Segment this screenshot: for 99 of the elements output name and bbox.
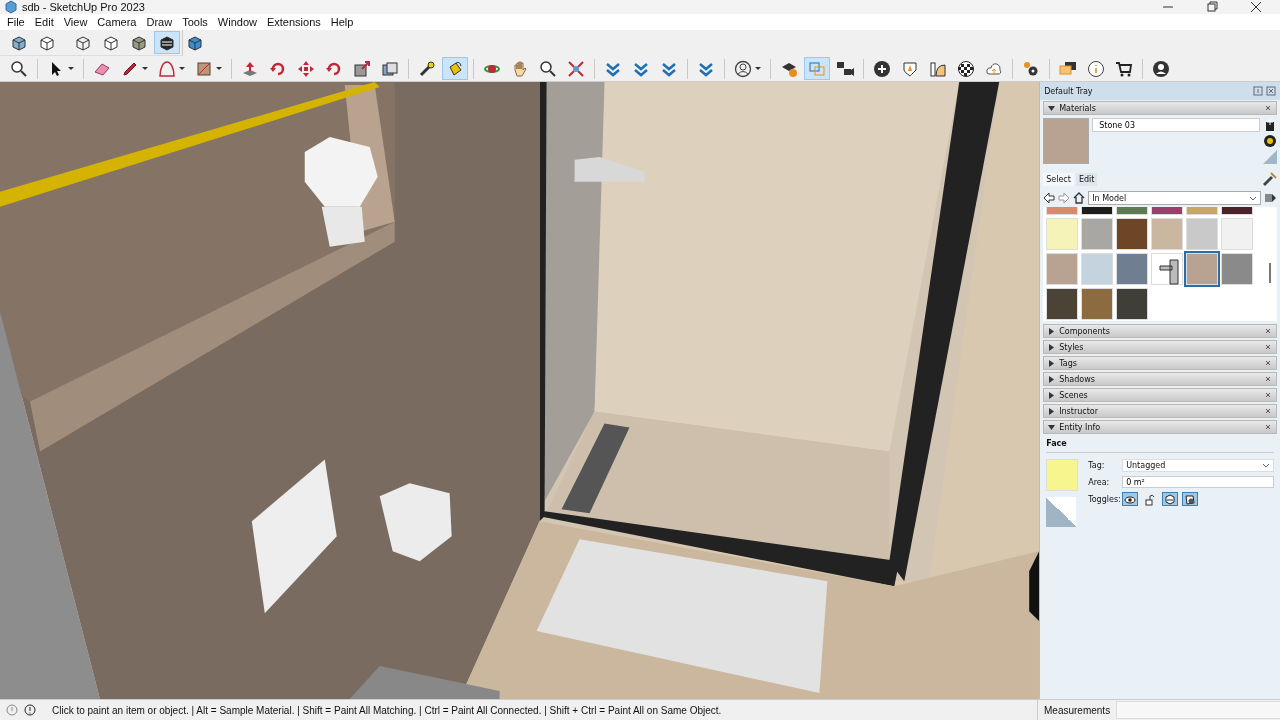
rectangle-icon — [195, 59, 213, 78]
close-icon[interactable] — [1264, 423, 1272, 431]
caret-icon — [755, 67, 761, 70]
front-material-swatch[interactable] — [1046, 459, 1079, 491]
caret-icon — [68, 67, 74, 70]
material-swatch[interactable] — [1186, 253, 1219, 285]
chart-icon — [929, 59, 947, 78]
checker-icon — [957, 59, 975, 78]
video-camera-icon — [836, 59, 854, 78]
caret-icon — [1048, 104, 1056, 112]
close-icon[interactable] — [1264, 375, 1272, 383]
search-icon — [10, 59, 28, 78]
status-hint: Click to paint an item or object. | Alt = Sample Material. | Shift = Paint All Matching. | Ctrl = Paint All Connected. | Shift + Ctrl = Paint All on Same Object. — [52, 704, 722, 716]
material-swatch[interactable] — [1221, 218, 1254, 250]
material-swatch[interactable] — [1081, 288, 1114, 320]
offset-icon — [381, 59, 399, 78]
material-swatch[interactable] — [1116, 253, 1149, 285]
hand-icon — [511, 59, 529, 78]
user-icon — [734, 59, 752, 78]
cart-icon — [1115, 59, 1133, 78]
close-icon[interactable] — [1264, 343, 1272, 351]
move-icon — [297, 59, 315, 78]
field-label: Area: — [1088, 477, 1111, 487]
user-icon — [1152, 59, 1170, 78]
panel-header[interactable]: Shadows — [1043, 372, 1277, 386]
tape-measure-icon — [418, 59, 436, 78]
tag-dropdown[interactable]: Untagged — [1122, 459, 1274, 472]
tray-title: Default Tray — [1044, 86, 1093, 96]
close-icon[interactable] — [1264, 327, 1272, 335]
material-swatch[interactable] — [1046, 218, 1079, 250]
menu-item[interactable]: Help — [325, 16, 359, 28]
eye-icon — [1123, 493, 1138, 507]
collection-dropdown[interactable]: In Model — [1088, 191, 1261, 205]
pin-icon[interactable] — [1253, 86, 1263, 96]
entity-type: Face — [1046, 439, 1274, 453]
menu-item[interactable]: View — [58, 16, 93, 28]
panel-header[interactable]: Entity Info — [1043, 420, 1277, 434]
shield-icon — [901, 59, 919, 78]
3d-model-viewport-drawing[interactable] — [0, 82, 1040, 699]
zoom-extents-icon — [567, 59, 585, 78]
close-icon[interactable] — [1264, 104, 1272, 112]
home-icon[interactable] — [1073, 192, 1086, 204]
material-preview — [1043, 118, 1090, 164]
tab[interactable]: Edit — [1075, 172, 1098, 186]
scale-icon — [353, 59, 371, 78]
close-icon[interactable] — [1264, 407, 1272, 415]
tab[interactable]: Select — [1043, 172, 1074, 186]
material-swatch[interactable] — [1046, 253, 1079, 285]
tool-button[interactable] — [154, 31, 180, 54]
close-icon[interactable] — [1264, 391, 1272, 399]
panel-header[interactable]: Components — [1043, 324, 1277, 338]
field-label: Tag: — [1088, 461, 1106, 470]
search-icon — [539, 59, 557, 78]
caret-icon — [179, 67, 185, 70]
material-swatch[interactable] — [1081, 253, 1114, 285]
info-icon[interactable] — [24, 704, 36, 716]
material-name-field[interactable]: Stone 03 — [1092, 118, 1260, 132]
material-swatch[interactable] — [1221, 253, 1254, 285]
material-swatch[interactable] — [1116, 218, 1149, 250]
info-icon — [1087, 59, 1105, 78]
field-label: Toggles: — [1088, 494, 1119, 504]
material-swatch[interactable] — [1081, 218, 1114, 250]
restore-icon[interactable] — [1204, 0, 1220, 14]
plus-icon — [873, 59, 891, 78]
panel-header[interactable]: Materials — [1043, 101, 1277, 115]
tool-button[interactable] — [442, 57, 468, 80]
chevron-down-icon — [1262, 463, 1270, 468]
caret-icon — [216, 67, 222, 70]
panel-header[interactable]: Styles — [1043, 340, 1277, 354]
eyedropper-icon[interactable] — [1261, 171, 1277, 187]
arc-icon — [158, 59, 176, 78]
close-icon[interactable] — [1248, 0, 1264, 14]
caret-icon — [142, 67, 148, 70]
details-arrow-icon[interactable] — [1264, 192, 1277, 204]
material-swatch[interactable] — [1046, 288, 1079, 320]
measurements-field[interactable] — [1116, 701, 1280, 719]
menu-item[interactable]: Camera — [92, 16, 142, 28]
chat-icon — [1059, 59, 1077, 78]
scrollbar[interactable] — [1269, 263, 1271, 283]
menu-item[interactable]: Window — [212, 16, 262, 28]
menu-item[interactable]: Extensions — [261, 16, 326, 28]
menu-item[interactable]: File — [2, 16, 30, 28]
area-field[interactable]: 0 m² — [1122, 476, 1274, 488]
material-swatch[interactable] — [1151, 218, 1184, 250]
chevron-down-icon — [1249, 195, 1257, 201]
toggle-button[interactable] — [1122, 492, 1139, 506]
back-arrow-icon[interactable] — [1043, 192, 1056, 204]
close-icon[interactable] — [1264, 359, 1272, 367]
menu-item[interactable]: Edit — [29, 16, 59, 28]
material-swatch[interactable] — [1116, 288, 1149, 320]
panel-header[interactable]: Instructor — [1043, 404, 1277, 418]
window-title: sdb - SketchUp Pro 2023 — [22, 1, 145, 13]
panel-header[interactable]: Scenes — [1043, 388, 1277, 402]
measurements-label: Measurements — [1044, 704, 1111, 716]
panel-header[interactable]: Tags — [1043, 356, 1277, 370]
back-material-swatch[interactable] — [1046, 497, 1077, 527]
menu-item[interactable]: Draw — [141, 16, 178, 28]
menu-item[interactable]: Tools — [177, 16, 213, 28]
material-swatch[interactable] — [1186, 218, 1219, 250]
